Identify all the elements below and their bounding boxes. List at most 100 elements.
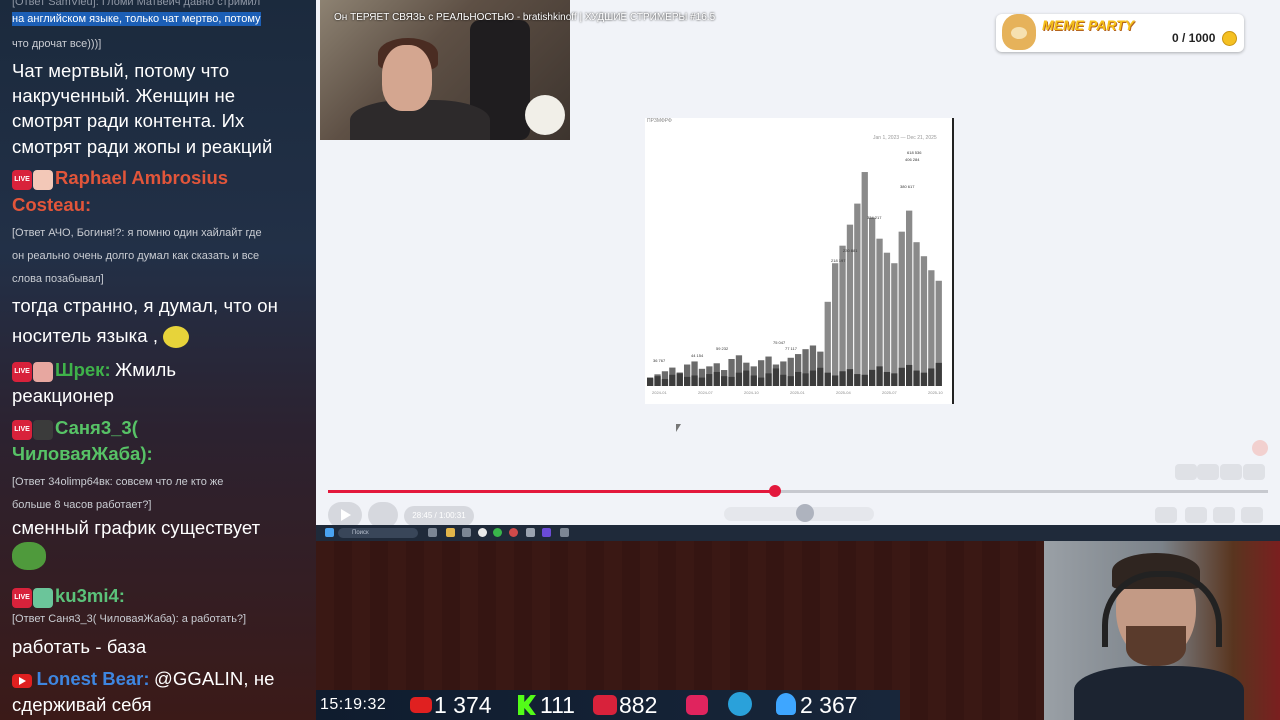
chart-bar (891, 263, 898, 386)
taskbar-search[interactable]: Поиск (338, 528, 418, 538)
chat-reply: [Ответ АЧО, Богиня!?: я помню один хайла… (12, 222, 262, 291)
username[interactable]: Саня3_3( (55, 417, 138, 438)
miniplayer-icon[interactable] (1185, 507, 1207, 523)
chart-bar (854, 203, 861, 386)
username[interactable]: ku3mi4: (55, 585, 125, 606)
chart-bar (906, 210, 913, 386)
x-tick-label: 2025-10 (928, 390, 943, 395)
app-icon[interactable] (526, 528, 535, 537)
x-tick-label: 2024-07 (698, 390, 713, 395)
toolbar-center-icon[interactable] (796, 504, 814, 522)
app-icon[interactable] (462, 528, 471, 537)
chart-bar-base (765, 373, 772, 386)
chat-reply-highlight-1: на английском языке, только чат мертво, … (12, 12, 261, 26)
live-badge-icon: LIVE (12, 587, 32, 608)
chat-message: реакционер (12, 385, 114, 406)
chart-bar-base (728, 376, 735, 386)
chart-bar-base (647, 377, 654, 386)
message-text: @GGALIN, не (153, 668, 275, 689)
data-label: 230 881 (843, 248, 858, 253)
coin-icon (1222, 31, 1237, 46)
like-icon[interactable] (1175, 464, 1197, 480)
x-tick-label: 2025-01 (790, 390, 805, 395)
meme-party-widget: MEME PARTY 0 / 1000 (996, 14, 1244, 52)
chart-bar-base (669, 374, 676, 386)
vk-live-icon (593, 695, 617, 715)
subtitles-icon[interactable] (1155, 507, 1177, 523)
chart-bar-base (772, 368, 780, 386)
widget-score: 0 / 1000 (1172, 31, 1216, 45)
video-title: Он ТЕРЯЕТ СВЯЗЬ с РЕАЛЬНОСТЬЮ - bratishk… (334, 12, 716, 23)
reply-line: слова позабывал] (12, 273, 104, 285)
chart-bar-base (676, 373, 683, 386)
avatar-icon[interactable] (1252, 440, 1268, 456)
chart-bar-base (869, 369, 876, 386)
chart-bar-base (861, 374, 868, 386)
chart-card: ПРЗМФРФ Jan 1, 2023 — Dec 21, 2025 2024-… (645, 118, 954, 404)
app-icon[interactable] (493, 528, 502, 537)
reply-line: он реально очень долго думал как сказать… (12, 250, 260, 262)
chrome-icon[interactable] (478, 528, 487, 537)
widget-title: MEME PARTY (1042, 17, 1135, 33)
taskview-icon[interactable] (428, 528, 437, 537)
vk-viewers: 882 (619, 692, 658, 718)
x-tick-label: 2025-07 (882, 390, 897, 395)
x-tick-label: 2025-04 (836, 390, 851, 395)
share-icon[interactable] (1243, 464, 1265, 480)
username[interactable]: Шрек: (55, 359, 111, 380)
avatar (33, 419, 53, 440)
avatar (33, 169, 53, 190)
message-line: Чат мертвый, потому что (12, 60, 230, 81)
chart-bar-base (661, 378, 669, 386)
chat-reply-partial: [Ответ SamVieu]: Гломи Матвеич давно стр… (12, 0, 261, 8)
fullscreen-icon[interactable] (1241, 507, 1263, 523)
message-line: смотрят ради жопы и реакций (12, 135, 273, 157)
chat-reply: [Ответ 34olimp64вк: совсем что ле кто же… (12, 471, 223, 517)
playback-toolbar[interactable] (724, 504, 874, 522)
chart-bar-base (824, 372, 831, 386)
chart-bar-base (743, 370, 750, 386)
comment-icon[interactable] (1220, 464, 1242, 480)
streamer-webcam (1044, 541, 1280, 720)
chart-bar (876, 238, 883, 386)
chart-bar-base (713, 371, 720, 386)
chart-bar-base (854, 374, 861, 386)
chart-bar-base (839, 371, 846, 386)
x-tick-label: 2024-10 (744, 390, 759, 395)
chat-user-row: LIVE Шрек: Жмиль (12, 359, 176, 382)
username-continued[interactable]: ЧиловаяЖаба): (12, 443, 153, 465)
chart-bar-base (721, 376, 728, 386)
total-viewers: 2 367 (800, 692, 858, 718)
app-icon[interactable] (509, 528, 518, 537)
doge-icon (1002, 14, 1036, 50)
username-continued[interactable]: Costeau: (12, 194, 91, 216)
windows-start-icon[interactable] (325, 528, 334, 537)
youtube-viewers: 1 374 (434, 692, 492, 718)
chat-user-row: Lonest Bear: @GGALIN, не (12, 668, 275, 690)
message-line: накрученный. Женщин не (12, 85, 236, 107)
username[interactable]: Raphael Ambrosius (55, 167, 228, 188)
settings-icon[interactable] (1213, 507, 1235, 523)
dislike-icon[interactable] (1197, 464, 1219, 480)
data-label: 218 197 (831, 258, 846, 263)
explorer-icon[interactable] (446, 528, 455, 537)
reply-line: [Ответ 34olimp64вк: совсем что ле кто же (12, 476, 224, 488)
chat-panel: [Ответ SamVieu]: Гломи Матвеич давно стр… (0, 0, 316, 720)
time-display: 28:45 / 1:00:31 (404, 506, 474, 526)
username[interactable]: Lonest Bear: (36, 668, 149, 689)
chat-message: сменный график существует (12, 517, 261, 538)
chart-bar-base (832, 375, 839, 386)
app-icon[interactable] (560, 528, 569, 537)
chart-bar-base (891, 373, 898, 386)
progress-knob[interactable] (768, 485, 781, 497)
chart-bar (913, 242, 920, 386)
chart-bar (920, 256, 928, 386)
chat-user-row: LIVE Саня3_3( (12, 417, 138, 440)
chart-bar-base (809, 370, 817, 386)
chart-bar-base (846, 369, 854, 386)
kick-viewers: 111 (540, 692, 575, 718)
chart-bar (839, 245, 846, 386)
app-icon[interactable] (542, 528, 551, 537)
webcam-shirt (1074, 666, 1244, 720)
progress-bar[interactable] (328, 485, 1268, 497)
